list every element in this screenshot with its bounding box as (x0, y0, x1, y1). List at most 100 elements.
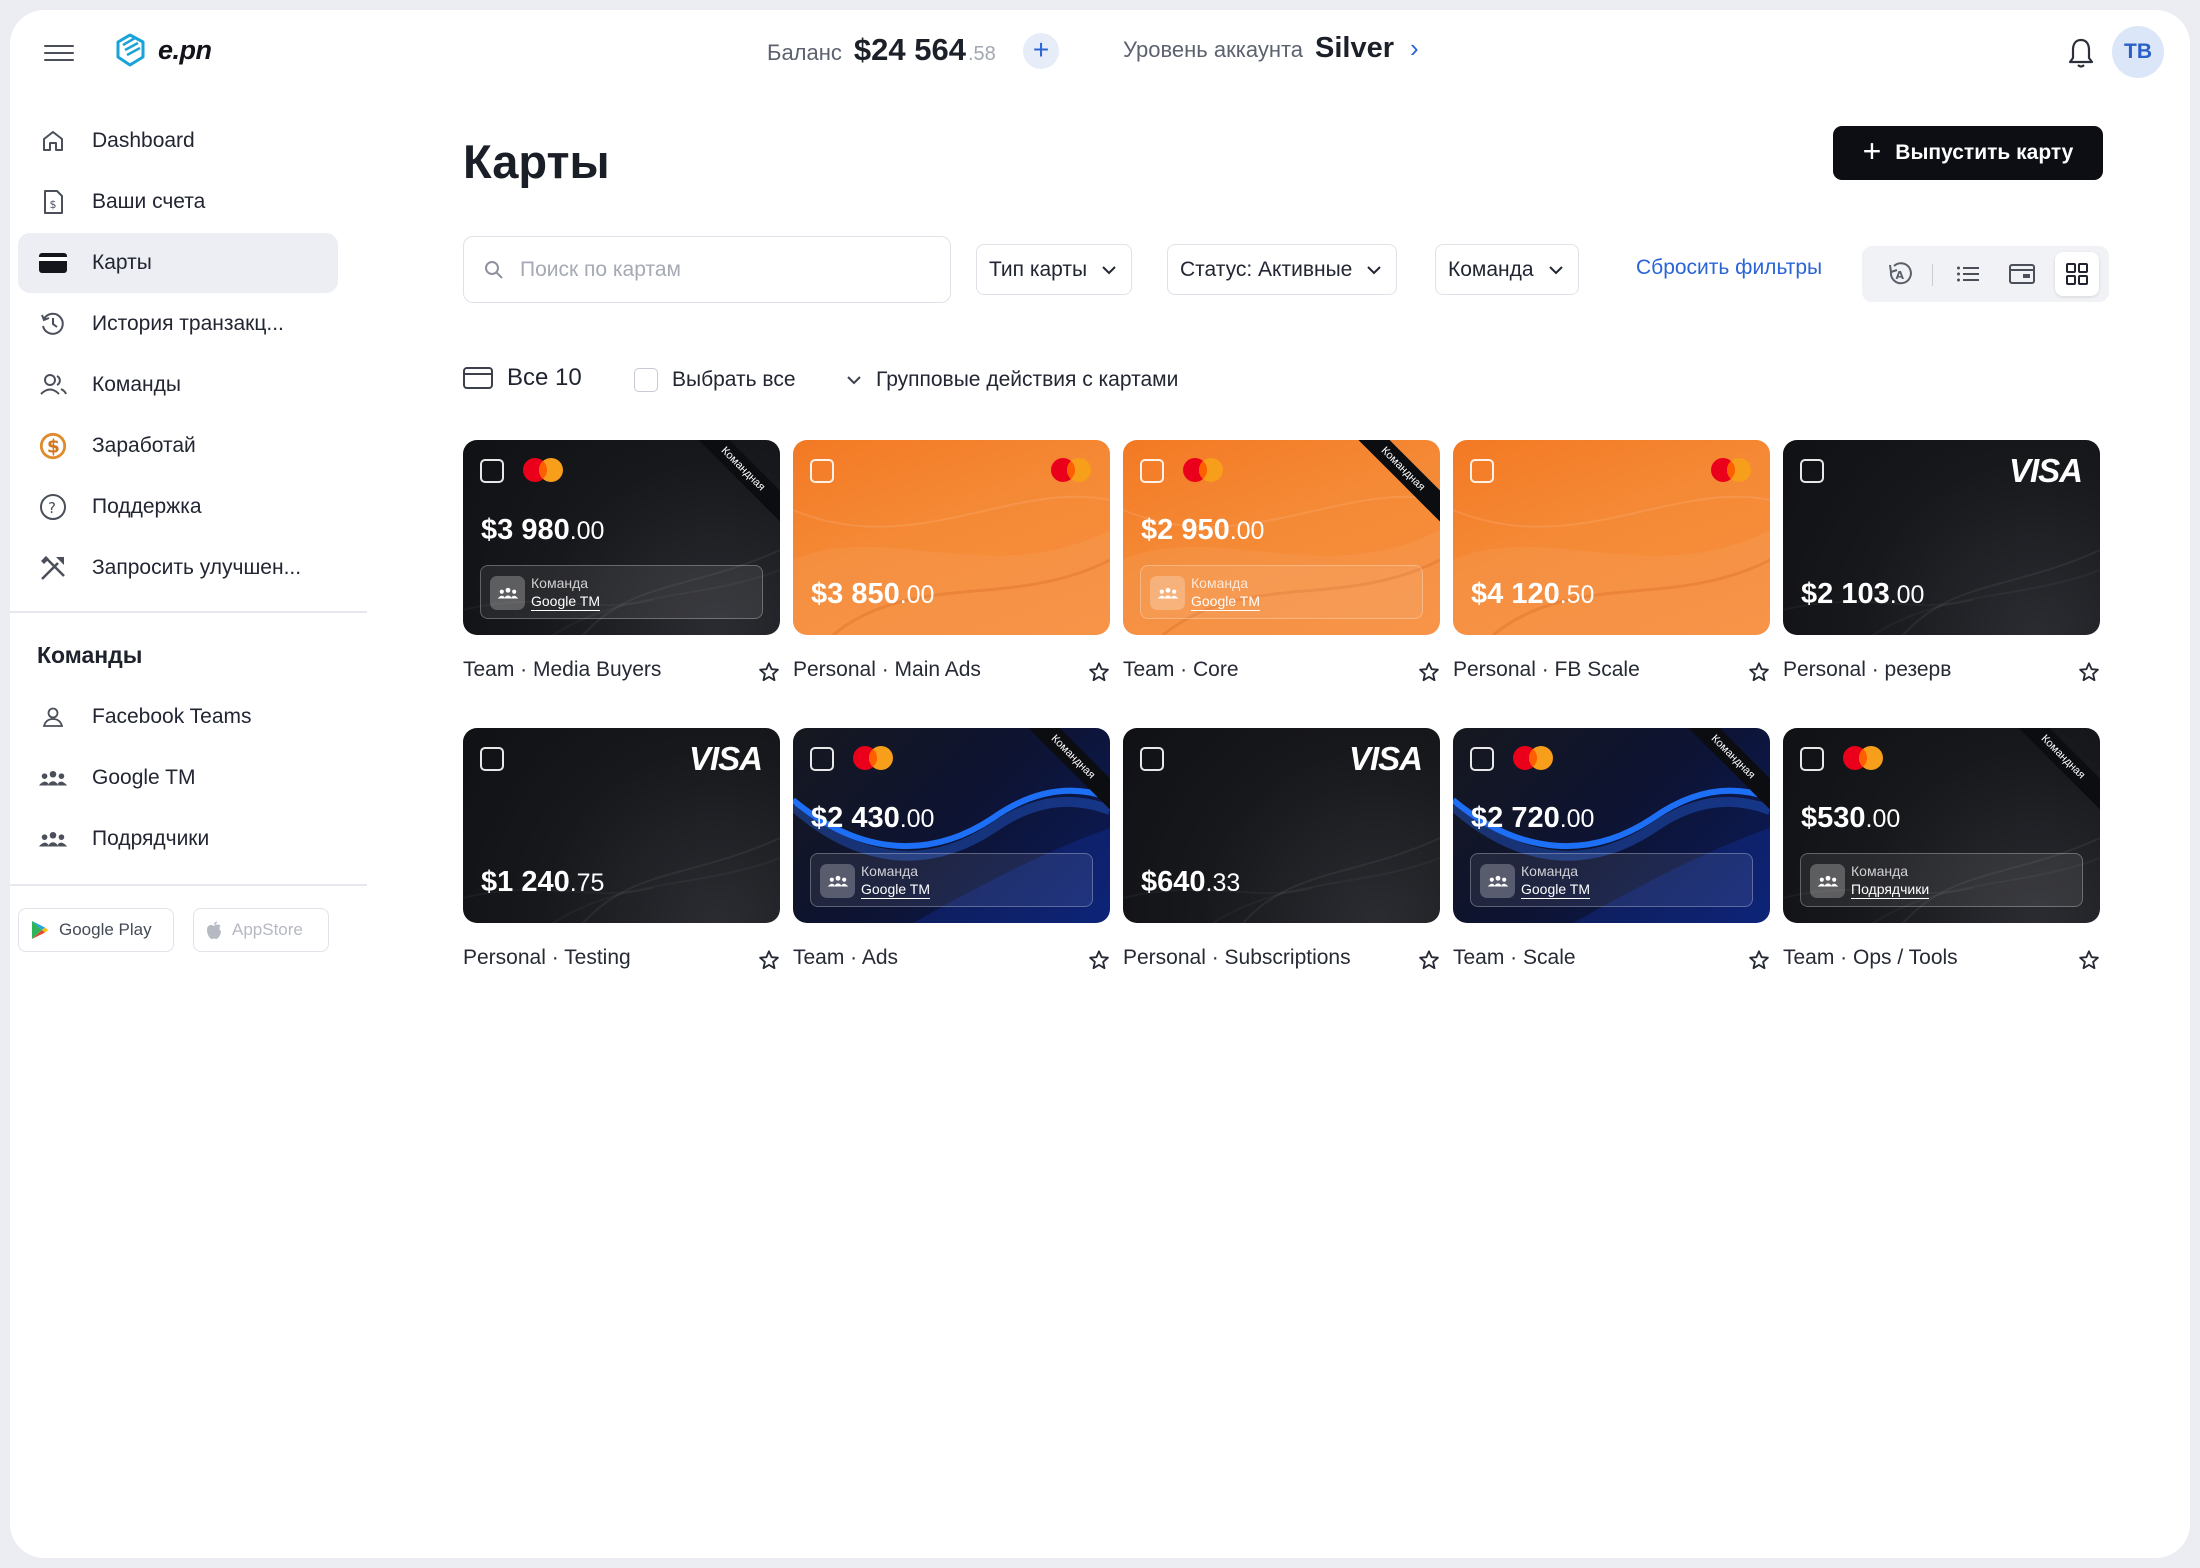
card-checkbox[interactable] (1140, 747, 1164, 771)
menu-icon[interactable] (44, 40, 74, 66)
filter-team[interactable]: Команда (1435, 244, 1579, 295)
team-ribbon: Командная (682, 440, 780, 530)
sidebar-team-google-tm[interactable]: Google TM (18, 748, 338, 808)
group-icon (1480, 864, 1515, 898)
favorite-star-icon[interactable] (1418, 661, 1440, 683)
sidebar-item-request-improvement[interactable]: Запросить улучшен... (18, 538, 338, 598)
favorite-star-icon[interactable] (758, 949, 780, 971)
card-balance-main: $640 (1141, 866, 1206, 898)
card-checkbox[interactable] (1800, 747, 1824, 771)
card-checkbox[interactable] (810, 747, 834, 771)
card-tile[interactable]: Командная $2 720.00 Команда Google TM (1453, 728, 1770, 923)
list-view-button[interactable] (1946, 252, 1990, 296)
card-tile[interactable]: Командная $2 950.00 Команда Google TM (1123, 440, 1440, 635)
card-team-chip: Команда Google TM (1470, 853, 1753, 907)
favorite-star-icon[interactable] (758, 661, 780, 683)
sort-alpha-button[interactable]: A (1878, 252, 1922, 296)
chevron-down-icon (847, 376, 861, 385)
card-team-name[interactable]: Google TM (531, 593, 600, 611)
app-store-button[interactable]: AppStore (193, 908, 329, 952)
select-all-checkbox[interactable]: Выбрать все (634, 368, 796, 392)
search-input[interactable] (520, 257, 920, 282)
sidebar-team-facebook-teams[interactable]: Facebook Teams (18, 687, 338, 747)
card-view-button[interactable] (2000, 252, 2044, 296)
help-icon: ? (38, 492, 68, 522)
chevron-down-icon (1367, 265, 1382, 274)
card-tile[interactable]: VISA $1 240.75 (463, 728, 780, 923)
card-tile[interactable]: Командная $2 430.00 Команда Google TM (793, 728, 1110, 923)
group-actions-dropdown[interactable]: Групповые действия с картами (846, 368, 1178, 392)
card-checkbox[interactable] (1470, 747, 1494, 771)
google-play-button[interactable]: Google Play (18, 908, 174, 952)
card-tile[interactable]: VISA $2 103.00 (1783, 440, 2100, 635)
search-icon (485, 260, 503, 279)
card-team-label: Команда (1191, 575, 1249, 591)
plus-icon: + (1862, 132, 1882, 169)
card-tile[interactable]: Командная $3 980.00 Команда Google TM (463, 440, 780, 635)
card-checkbox[interactable] (810, 459, 834, 483)
sidebar-item-label: Подрядчики (92, 827, 210, 850)
balance-cents: .58 (967, 43, 996, 65)
apple-icon (207, 921, 221, 939)
sidebar-item-label: История транзакц... (92, 312, 284, 335)
card-caption: Personal · Main Ads (793, 658, 981, 681)
favorite-star-icon[interactable] (2078, 949, 2100, 971)
sidebar-team-contractors[interactable]: Подрядчики (18, 809, 338, 869)
filter-label: Статус: Активные (1180, 257, 1353, 281)
card-checkbox[interactable] (480, 747, 504, 771)
mastercard-logo-icon (1709, 457, 1753, 483)
card-balance: $640.33 (1141, 866, 1240, 899)
issue-card-label: Выпустить карту (1895, 141, 2074, 164)
favorite-star-icon[interactable] (1088, 949, 1110, 971)
favorite-star-icon[interactable] (1418, 949, 1440, 971)
avatar[interactable]: TB (2112, 26, 2164, 78)
card-caption: Personal · резерв (1783, 658, 1952, 681)
logo[interactable]: e.pn (110, 30, 212, 70)
logo-text: e.pn (158, 34, 212, 65)
favorite-star-icon[interactable] (1748, 661, 1770, 683)
balance-label: Баланс (767, 40, 842, 65)
sidebar-item-support[interactable]: ? Поддержка (18, 477, 338, 537)
card-team-label: Команда (1851, 863, 1909, 879)
filter-card-type[interactable]: Тип карты (976, 244, 1133, 295)
card-team-name[interactable]: Google TM (861, 881, 930, 899)
card-caption: Personal · FB Scale (1453, 658, 1640, 681)
card-tile[interactable]: $4 120.50 (1453, 440, 1770, 635)
sidebar-item-dashboard[interactable]: Dashboard (18, 111, 338, 171)
filter-status[interactable]: Статус: Активные (1167, 244, 1398, 295)
favorite-star-icon[interactable] (1748, 949, 1770, 971)
card-tile[interactable]: Командная $530.00 Команда Подрядчики (1783, 728, 2100, 923)
sidebar-item-cards[interactable]: Карты (18, 233, 338, 293)
card-tile[interactable]: VISA $640.33 (1123, 728, 1440, 923)
card-checkbox[interactable] (1140, 459, 1164, 483)
card-caption: Personal · Subscriptions (1123, 946, 1351, 969)
sidebar-item-earn[interactable]: $ Заработай (18, 416, 338, 476)
add-balance-button[interactable]: + (1023, 33, 1059, 69)
card-team-name[interactable]: Google TM (1191, 593, 1260, 611)
sidebar-item-history[interactable]: История транзакц... (18, 294, 338, 354)
favorite-star-icon[interactable] (2078, 661, 2100, 683)
filter-label: Команда (1448, 257, 1534, 281)
card-team-name[interactable]: Google TM (1521, 881, 1590, 899)
grid-view-button[interactable] (2055, 252, 2099, 296)
sidebar-item-label: Ваши счета (92, 190, 206, 213)
checkbox[interactable] (634, 368, 658, 392)
logo-cube-icon (116, 33, 145, 67)
favorite-star-icon[interactable] (1088, 661, 1110, 683)
account-level-label: Уровень аккаунта (1123, 37, 1304, 62)
card-checkbox[interactable] (1470, 459, 1494, 483)
account-level[interactable]: Уровень аккаунта Silver › (1123, 32, 1419, 65)
card-team-name[interactable]: Подрядчики (1851, 881, 1930, 899)
card-checkbox[interactable] (480, 459, 504, 483)
team-ribbon: Командная (1012, 728, 1110, 818)
card-tile[interactable]: $3 850.00 (793, 440, 1110, 635)
reset-filters-link[interactable]: Сбросить фильтры (1636, 256, 1822, 280)
svg-text:$: $ (47, 437, 60, 458)
issue-card-button[interactable]: + Выпустить карту (1833, 126, 2103, 180)
sidebar-item-teams[interactable]: Команды (18, 355, 338, 415)
sidebar-item-accounts[interactable]: $ Ваши счета (18, 172, 338, 232)
bell-icon[interactable] (2066, 36, 2096, 70)
card-checkbox[interactable] (1800, 459, 1824, 483)
grid-icon (2066, 263, 2088, 285)
card-balance-cents: .00 (1865, 805, 1901, 833)
